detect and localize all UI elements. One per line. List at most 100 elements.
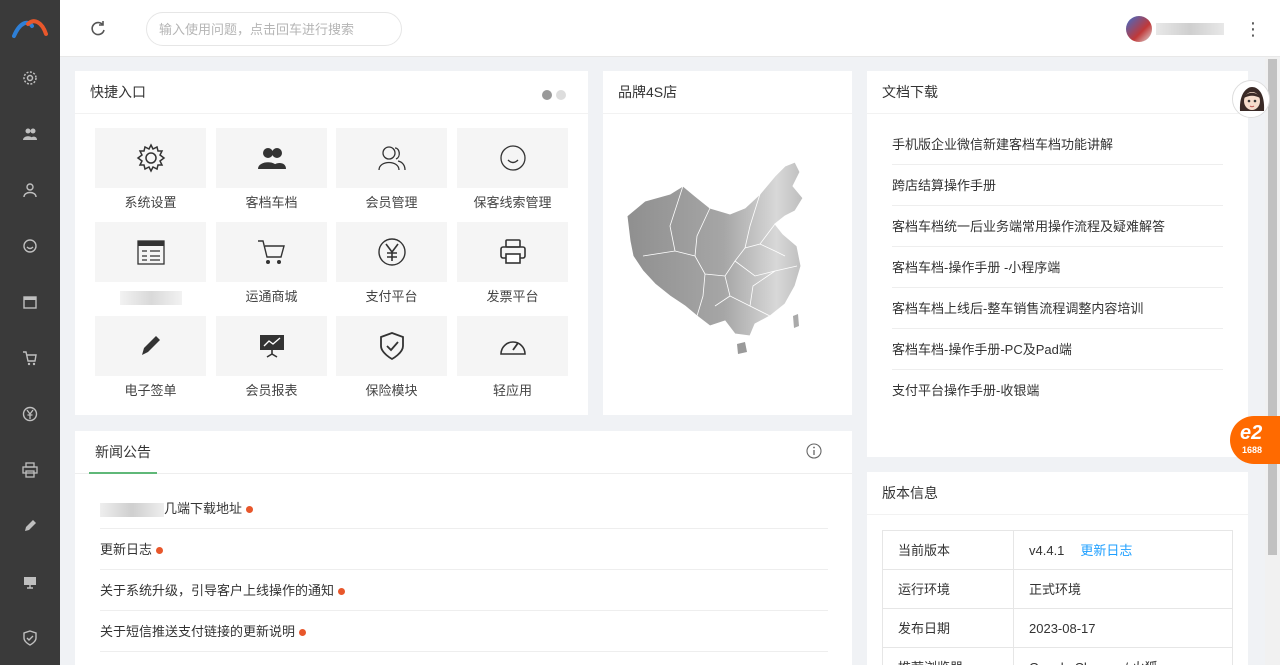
sidebar-item-invoice[interactable]: [0, 442, 60, 498]
calendar-icon: [136, 240, 165, 265]
doc-link[interactable]: 客档车档-操作手册 -小程序端: [892, 247, 1223, 288]
quick-item-member-management[interactable]: 会员管理: [336, 128, 447, 216]
quick-item-redacted[interactable]: [95, 222, 206, 310]
quick-item-label: 会员报表: [245, 383, 298, 398]
sidebar-item-payment[interactable]: [0, 386, 60, 442]
version-key: 当前版本: [883, 531, 1014, 569]
1688-logo-icon: e2: [1240, 422, 1263, 444]
shield-icon: [379, 332, 404, 361]
carousel-dot-active[interactable]: [542, 90, 552, 100]
news-card: 新闻公告 几端下载地址 更新日志 关于系统升级，引导客户上线操作的通知 关于短信…: [75, 431, 852, 665]
sidebar-item-mall[interactable]: [0, 330, 60, 386]
refresh-button[interactable]: [88, 19, 108, 39]
quick-item-mall[interactable]: 运通商城: [216, 222, 327, 310]
calendar-icon: [23, 296, 37, 309]
quick-item-esign[interactable]: 电子签单: [95, 316, 206, 404]
sidebar-item-customers[interactable]: [0, 106, 60, 162]
gear-icon: [136, 143, 165, 173]
quick-item-lead-management[interactable]: 保客线索管理: [457, 128, 568, 216]
quick-item-label: 支付平台: [365, 289, 418, 304]
doc-link[interactable]: 客档车档-操作手册-PC及Pad端: [892, 329, 1223, 370]
cart-icon: [23, 351, 37, 366]
quick-item-label: 客档车档: [245, 195, 298, 210]
sidebar-item-reports[interactable]: [0, 554, 60, 610]
version-card: 版本信息 当前版本 v4.4.1 更新日志 运行环境 正式环境 发布日期 2023…: [867, 472, 1248, 665]
quick-item-label: 会员管理: [365, 195, 418, 210]
sidebar: [0, 0, 60, 665]
doc-link[interactable]: 客档车档上线后-整车销售流程调整内容培训: [892, 288, 1223, 329]
gauge-icon: [499, 341, 526, 355]
quick-item-system-settings[interactable]: 系统设置: [95, 128, 206, 216]
yen-icon: [377, 238, 406, 266]
quick-item-member-report[interactable]: 会员报表: [216, 316, 327, 404]
users-icon: [257, 148, 286, 169]
china-map[interactable]: [625, 156, 835, 366]
version-key: 发布日期: [883, 609, 1014, 647]
more-vertical-icon: ⋮: [1244, 19, 1262, 39]
quick-item-payment-platform[interactable]: 支付平台: [336, 222, 447, 310]
changelog-link[interactable]: 更新日志: [1080, 543, 1132, 558]
smile-icon: [499, 145, 526, 171]
user-name-redacted[interactable]: [1156, 23, 1224, 35]
news-item[interactable]: 几端下载地址: [100, 488, 828, 529]
sidebar-item-leads[interactable]: [0, 218, 60, 274]
scrollbar-thumb[interactable]: [1268, 59, 1277, 555]
tab-news[interactable]: 新闻公告: [89, 431, 157, 474]
sidebar-item-calendar[interactable]: [0, 274, 60, 330]
redacted-text: [100, 502, 164, 517]
more-menu-button[interactable]: ⋮: [1244, 18, 1262, 40]
pen-icon: [141, 336, 160, 355]
version-value: 2023-08-17: [1029, 621, 1096, 636]
cart-icon: [257, 240, 285, 264]
version-row: 推荐浏览器 Google Chrome / 火狐: [883, 648, 1232, 665]
quick-item-invoice-platform[interactable]: 发票平台: [457, 222, 568, 310]
search-input[interactable]: [146, 12, 402, 46]
unread-dot: [299, 629, 307, 637]
user-avatar[interactable]: [1126, 16, 1152, 42]
info-icon[interactable]: [806, 443, 822, 459]
docs-title: 文档下载: [867, 71, 1248, 114]
unread-dot: [156, 547, 164, 555]
float-1688-button[interactable]: e2 1688: [1230, 416, 1280, 464]
quick-item-label: 轻应用: [492, 383, 532, 398]
quick-item-label-redacted: [95, 289, 206, 305]
version-key: 运行环境: [883, 570, 1014, 608]
presentation-icon: [24, 577, 36, 589]
doc-link[interactable]: 跨店结算操作手册: [892, 165, 1223, 206]
news-item[interactable]: 关于系统升级，引导客户上线操作的通知: [100, 570, 828, 611]
doc-link[interactable]: 手机版企业微信新建客档车档功能讲解: [892, 124, 1223, 165]
news-header: 新闻公告: [75, 431, 852, 474]
unread-dot: [338, 588, 346, 596]
sidebar-item-members[interactable]: [0, 162, 60, 218]
logo-icon: [12, 19, 48, 38]
assistant-avatar-button[interactable]: [1232, 80, 1270, 118]
news-item[interactable]: 更新日志: [100, 529, 828, 570]
gear-icon: [23, 71, 37, 85]
version-value: Google Chrome / 火狐: [1014, 648, 1158, 665]
presentation-icon: [259, 335, 284, 358]
sidebar-item-esign[interactable]: [0, 498, 60, 554]
pen-icon: [25, 520, 36, 531]
sidebar-item-settings[interactable]: [0, 50, 60, 106]
sidebar-item-insurance[interactable]: [0, 610, 60, 665]
news-item[interactable]: 关于短信推送支付链接的更新说明: [100, 611, 828, 652]
unread-dot: [246, 506, 254, 514]
user-outline-icon: [377, 146, 406, 171]
doc-link[interactable]: 客档车档统一后业务端常用操作流程及疑难解答: [892, 206, 1223, 247]
news-list: 几端下载地址 更新日志 关于系统升级，引导客户上线操作的通知 关于短信推送支付链…: [100, 488, 828, 652]
version-row: 当前版本 v4.4.1 更新日志: [883, 531, 1232, 570]
top-header: ⋮: [60, 0, 1280, 57]
version-table: 当前版本 v4.4.1 更新日志 运行环境 正式环境 发布日期 2023-08-1…: [882, 530, 1233, 665]
smile-icon: [23, 239, 37, 253]
carousel-dot[interactable]: [556, 90, 566, 100]
page-scrollbar[interactable]: [1265, 57, 1280, 665]
users-icon: [23, 128, 37, 140]
quick-item-customer-files[interactable]: 客档车档: [216, 128, 327, 216]
shield-icon: [23, 630, 37, 646]
brand-map-title: 品牌4S店: [603, 71, 852, 114]
doc-link[interactable]: 支付平台操作手册-收银端: [892, 370, 1223, 411]
quick-item-insurance[interactable]: 保险模块: [336, 316, 447, 404]
quick-item-light-app[interactable]: 轻应用: [457, 316, 568, 404]
refresh-icon: [91, 21, 105, 36]
docs-card: 文档下载 手机版企业微信新建客档车档功能讲解 跨店结算操作手册 客档车档统一后业…: [867, 71, 1248, 457]
